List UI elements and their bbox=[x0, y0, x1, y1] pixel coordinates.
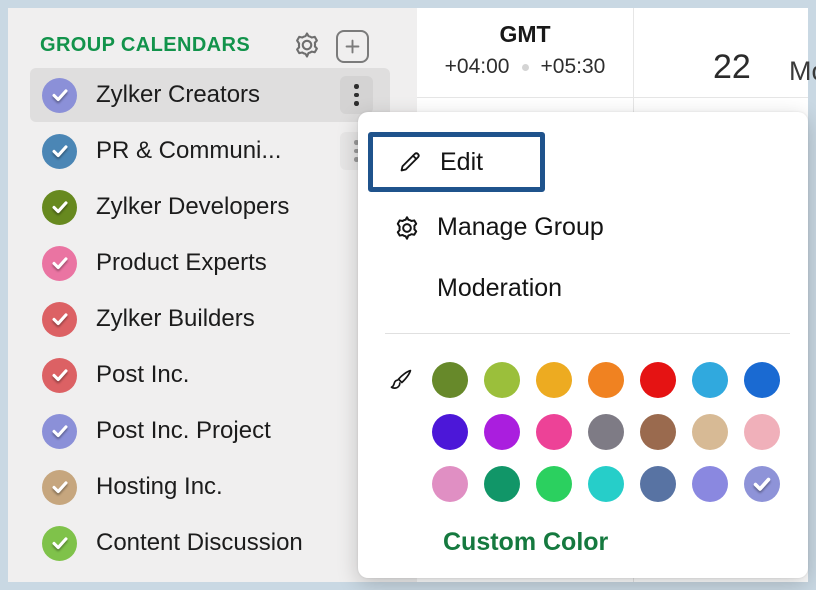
group-calendars-title: GROUP CALENDARS bbox=[40, 34, 250, 57]
check-icon bbox=[49, 532, 71, 554]
calendar-checkbox[interactable] bbox=[42, 78, 77, 113]
calendar-checkbox[interactable] bbox=[42, 246, 77, 281]
color-swatch[interactable] bbox=[536, 466, 572, 502]
calendar-item-product-experts[interactable]: Product Experts bbox=[30, 236, 390, 290]
calendar-item-pr-communications[interactable]: PR & Communi... bbox=[30, 124, 390, 178]
check-icon bbox=[49, 252, 71, 274]
calendar-checkbox[interactable] bbox=[42, 358, 77, 393]
color-swatch[interactable] bbox=[692, 362, 728, 398]
timezone-header: GMT +04:00 +05:30 bbox=[417, 8, 633, 97]
calendar-item-content-discussion[interactable]: Content Discussion bbox=[30, 516, 390, 570]
date-number: 22 bbox=[713, 48, 751, 87]
calendar-checkbox[interactable] bbox=[42, 134, 77, 169]
edit-highlight-box[interactable]: Edit bbox=[368, 132, 545, 192]
color-swatch[interactable] bbox=[588, 362, 624, 398]
calendar-settings-button[interactable] bbox=[291, 29, 323, 61]
check-icon bbox=[49, 196, 71, 218]
calendar-label: Product Experts bbox=[96, 249, 267, 277]
calendar-checkbox[interactable] bbox=[42, 526, 77, 561]
calendar-label: Zylker Creators bbox=[96, 81, 260, 109]
custom-color-link[interactable]: Custom Color bbox=[443, 528, 608, 557]
check-icon bbox=[49, 308, 71, 330]
menu-divider bbox=[385, 333, 790, 334]
menu-item-manage-group[interactable]: Manage Group bbox=[358, 200, 808, 255]
calendar-label: Content Discussion bbox=[96, 529, 303, 557]
pencil-icon bbox=[396, 148, 424, 176]
check-icon bbox=[49, 420, 71, 442]
color-swatch[interactable] bbox=[588, 414, 624, 450]
check-icon bbox=[49, 476, 71, 498]
check-icon bbox=[49, 364, 71, 386]
calendar-label: Hosting Inc. bbox=[96, 473, 223, 501]
menu-item-manage-group-label: Manage Group bbox=[437, 213, 604, 242]
menu-item-moderation-label: Moderation bbox=[437, 274, 562, 303]
check-icon bbox=[49, 140, 71, 162]
calendar-options-button[interactable] bbox=[340, 76, 373, 114]
color-swatch-selected[interactable] bbox=[744, 466, 780, 502]
gear-icon bbox=[393, 214, 421, 242]
color-swatch[interactable] bbox=[640, 466, 676, 502]
group-calendars-sidebar: GROUP CALENDARS Zylker Creators PR & Com… bbox=[8, 8, 417, 582]
calendar-item-zylker-creators[interactable]: Zylker Creators bbox=[30, 68, 390, 122]
color-swatch[interactable] bbox=[484, 362, 520, 398]
calendar-checkbox[interactable] bbox=[42, 414, 77, 449]
timezone-offset-secondary: +05:30 bbox=[541, 55, 606, 79]
calendar-label: PR & Communi... bbox=[96, 137, 281, 165]
color-swatch[interactable] bbox=[536, 414, 572, 450]
calendar-item-hosting-inc[interactable]: Hosting Inc. bbox=[30, 460, 390, 514]
menu-item-moderation[interactable]: Moderation bbox=[358, 261, 808, 316]
timezone-offset-primary: +04:00 bbox=[445, 55, 510, 79]
check-icon bbox=[750, 472, 774, 496]
color-swatch[interactable] bbox=[692, 466, 728, 502]
color-swatch[interactable] bbox=[432, 414, 468, 450]
color-swatch[interactable] bbox=[484, 466, 520, 502]
check-icon bbox=[49, 84, 71, 106]
calendar-checkbox[interactable] bbox=[42, 470, 77, 505]
color-palette bbox=[432, 362, 780, 502]
header-divider bbox=[417, 97, 808, 98]
calendar-label: Post Inc. bbox=[96, 361, 189, 389]
color-swatch[interactable] bbox=[744, 414, 780, 450]
calendar-context-menu: Edit Manage Group Moderation bbox=[358, 112, 808, 578]
color-swatch[interactable] bbox=[744, 362, 780, 398]
color-swatch[interactable] bbox=[640, 414, 676, 450]
calendar-checkbox[interactable] bbox=[42, 302, 77, 337]
calendar-label: Zylker Builders bbox=[96, 305, 255, 333]
color-swatch[interactable] bbox=[432, 362, 468, 398]
color-swatch[interactable] bbox=[588, 466, 624, 502]
color-swatch[interactable] bbox=[640, 362, 676, 398]
dot-separator-icon bbox=[522, 64, 529, 71]
calendar-item-post-inc-project[interactable]: Post Inc. Project bbox=[30, 404, 390, 458]
paintbrush-icon bbox=[387, 367, 414, 394]
color-swatch[interactable] bbox=[692, 414, 728, 450]
timezone-label: GMT bbox=[417, 21, 633, 48]
color-swatch[interactable] bbox=[536, 362, 572, 398]
calendar-item-post-inc[interactable]: Post Inc. bbox=[30, 348, 390, 402]
calendar-item-zylker-builders[interactable]: Zylker Builders bbox=[30, 292, 390, 346]
color-swatch[interactable] bbox=[484, 414, 520, 450]
calendar-item-zylker-developers[interactable]: Zylker Developers bbox=[30, 180, 390, 234]
color-swatch[interactable] bbox=[432, 466, 468, 502]
plus-icon bbox=[343, 37, 362, 56]
calendar-label: Zylker Developers bbox=[96, 193, 289, 221]
calendar-label: Post Inc. Project bbox=[96, 417, 271, 445]
menu-item-edit-label: Edit bbox=[440, 148, 483, 177]
calendar-checkbox[interactable] bbox=[42, 190, 77, 225]
add-calendar-button[interactable] bbox=[336, 30, 369, 63]
date-day-label: Mo bbox=[789, 56, 816, 87]
gear-icon bbox=[292, 30, 322, 60]
